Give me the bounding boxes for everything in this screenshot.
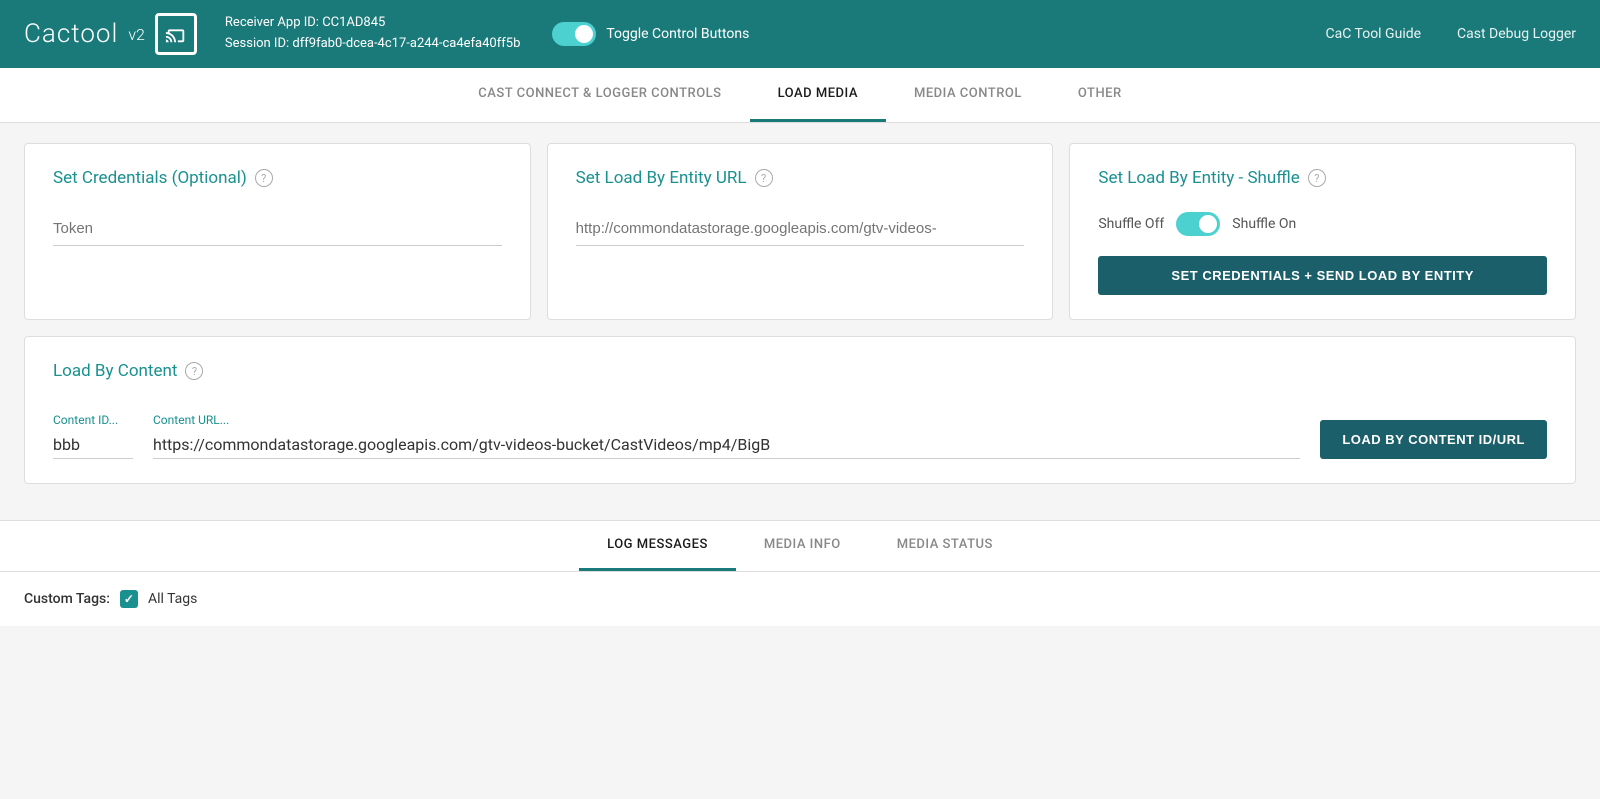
load-by-content-help-icon[interactable]: ? bbox=[185, 362, 203, 380]
receiver-app-label: Receiver App ID: bbox=[225, 15, 319, 30]
load-by-content-card: Load By Content ? Content ID... bbb Cont… bbox=[24, 336, 1576, 484]
cards-row: Set Credentials (Optional) ? Set Load By… bbox=[24, 143, 1576, 320]
shuffle-toggle-row: Shuffle Off Shuffle On bbox=[1098, 212, 1547, 236]
set-credentials-send-load-button[interactable]: SET CREDENTIALS + SEND LOAD BY ENTITY bbox=[1098, 256, 1547, 295]
entity-shuffle-card: Set Load By Entity - Shuffle ? Shuffle O… bbox=[1069, 143, 1576, 320]
tab-cast-connect[interactable]: CAST CONNECT & LOGGER CONTROLS bbox=[450, 68, 749, 122]
content-id-label: Content ID... bbox=[53, 413, 133, 427]
bottom-tabs: LOG MESSAGES MEDIA INFO MEDIA STATUS bbox=[0, 521, 1600, 572]
receiver-app-id: CC1AD845 bbox=[322, 15, 385, 30]
nav-cac-tool-guide[interactable]: CaC Tool Guide bbox=[1326, 26, 1422, 42]
credentials-help-icon[interactable]: ? bbox=[255, 169, 273, 187]
shuffle-off-label: Shuffle Off bbox=[1098, 216, 1164, 232]
entity-url-card-title: Set Load By Entity URL ? bbox=[576, 168, 1025, 188]
tab-load-media[interactable]: LOAD MEDIA bbox=[750, 68, 886, 122]
content-url-group: Content URL... https://commondatastorage… bbox=[153, 413, 1300, 459]
token-input[interactable] bbox=[53, 212, 502, 246]
tab-other[interactable]: OTHER bbox=[1050, 68, 1150, 122]
app-version: v2 bbox=[128, 25, 145, 44]
load-by-content-title: Load By Content ? bbox=[53, 361, 1547, 381]
entity-url-input[interactable] bbox=[576, 212, 1025, 246]
entity-url-help-icon[interactable]: ? bbox=[755, 169, 773, 187]
header-nav: CaC Tool Guide Cast Debug Logger bbox=[1326, 26, 1577, 42]
main-content: Set Credentials (Optional) ? Set Load By… bbox=[0, 123, 1600, 520]
session-id-label: Session ID: bbox=[225, 36, 289, 51]
bottom-section: LOG MESSAGES MEDIA INFO MEDIA STATUS Cus… bbox=[0, 520, 1600, 626]
content-url-value[interactable]: https://commondatastorage.googleapis.com… bbox=[153, 431, 1300, 459]
session-info: Receiver App ID: CC1AD845 Session ID: df… bbox=[225, 13, 520, 55]
credentials-card-title: Set Credentials (Optional) ? bbox=[53, 168, 502, 188]
content-id-group: Content ID... bbb bbox=[53, 413, 133, 459]
tab-media-info[interactable]: MEDIA INFO bbox=[736, 521, 869, 571]
shuffle-toggle-switch[interactable] bbox=[1176, 212, 1220, 236]
toggle-control[interactable]: Toggle Control Buttons bbox=[552, 22, 749, 46]
tab-media-status[interactable]: MEDIA STATUS bbox=[869, 521, 1021, 571]
toggle-label: Toggle Control Buttons bbox=[606, 26, 749, 42]
content-id-value[interactable]: bbb bbox=[53, 431, 133, 459]
nav-cast-debug-logger[interactable]: Cast Debug Logger bbox=[1457, 26, 1576, 42]
shuffle-on-label: Shuffle On bbox=[1232, 216, 1296, 232]
credentials-card: Set Credentials (Optional) ? bbox=[24, 143, 531, 320]
app-header: Cactool v2 Receiver App ID: CC1AD845 Ses… bbox=[0, 0, 1600, 68]
logo: Cactool v2 bbox=[24, 13, 197, 55]
load-content-row: Content ID... bbb Content URL... https:/… bbox=[53, 413, 1547, 459]
entity-url-card: Set Load By Entity URL ? bbox=[547, 143, 1054, 320]
tab-media-control[interactable]: MEDIA CONTROL bbox=[886, 68, 1050, 122]
session-id: dff9fab0-dcea-4c17-a244-ca4efa40ff5b bbox=[292, 36, 520, 51]
entity-shuffle-card-title: Set Load By Entity - Shuffle ? bbox=[1098, 168, 1547, 188]
custom-tags-row: Custom Tags: All Tags bbox=[0, 572, 1600, 626]
main-tabs: CAST CONNECT & LOGGER CONTROLS LOAD MEDI… bbox=[0, 68, 1600, 123]
entity-shuffle-help-icon[interactable]: ? bbox=[1308, 169, 1326, 187]
toggle-switch[interactable] bbox=[552, 22, 596, 46]
cast-icon bbox=[155, 13, 197, 55]
all-tags-label: All Tags bbox=[148, 591, 197, 607]
all-tags-checkbox[interactable] bbox=[120, 590, 138, 608]
tab-log-messages[interactable]: LOG MESSAGES bbox=[579, 521, 736, 571]
custom-tags-label: Custom Tags: bbox=[24, 591, 110, 607]
content-url-label: Content URL... bbox=[153, 413, 1300, 427]
app-name: Cactool bbox=[24, 19, 118, 49]
load-by-content-button[interactable]: LOAD BY CONTENT ID/URL bbox=[1320, 420, 1547, 459]
